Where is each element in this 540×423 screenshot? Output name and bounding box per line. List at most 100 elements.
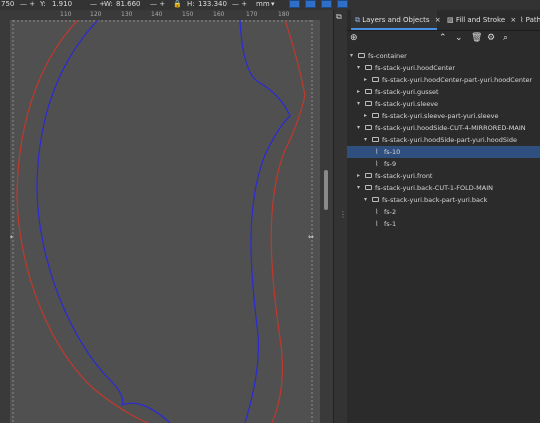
h-field[interactable]: 133.340: [198, 0, 227, 10]
chevron-icon[interactable]: ▸: [364, 110, 367, 122]
y-field[interactable]: 1.910: [52, 0, 72, 10]
tree-row[interactable]: ▸ fs-stack-yuri.sleeve-part-yuri.sleeve: [347, 110, 540, 122]
tree-row[interactable]: ▸ fs-stack-yuri.hoodCenter-part-yuri.hoo…: [347, 74, 540, 86]
folder-icon: [358, 53, 365, 58]
y-stepper[interactable]: — +: [90, 0, 105, 10]
chevron-icon[interactable]: ▸: [364, 74, 367, 86]
path-icon: ⌇: [375, 160, 379, 168]
tree-row[interactable]: ▸ fs-stack-yuri.gusset: [347, 86, 540, 98]
dock-strip: ⧉ ⋮: [333, 10, 348, 423]
tree-row[interactable]: ▸ fs-stack-yuri.front: [347, 170, 540, 182]
y-label: Y:: [40, 0, 46, 8]
tree-row[interactable]: ▾ fs-stack-yuri.hoodSide-CUT-4-MIRRORED-…: [347, 122, 540, 134]
scale-corners-toggle[interactable]: [305, 0, 316, 8]
dock-grip-icon[interactable]: ⋮: [339, 210, 347, 219]
folder-icon: [365, 89, 372, 94]
tab-layers-and-objects[interactable]: ⧉ Layers and Objects ×: [351, 10, 441, 30]
tree-row-label: fs-stack-yuri.hoodCenter-part-yuri.hoodC…: [382, 76, 533, 84]
vertical-scrollbar[interactable]: [320, 20, 333, 423]
tab-label: Layers and Objects: [362, 16, 430, 24]
trash-icon[interactable]: 🗑: [471, 33, 482, 43]
move-gradients-toggle[interactable]: [321, 0, 332, 8]
search-icon[interactable]: ⌕: [503, 33, 508, 43]
tree-row[interactable]: ▾ fs-stack-yuri.hoodSide-part-yuri.hoodS…: [347, 134, 540, 146]
right-handle-arrow[interactable]: ⇔: [308, 233, 314, 241]
unit-select[interactable]: mm: [256, 0, 270, 10]
tree-row[interactable]: ⌇ fs-2: [347, 206, 540, 218]
chevron-icon[interactable]: ▾: [364, 194, 367, 206]
tree-row-label: fs-stack-yuri.hoodCenter: [375, 64, 456, 72]
tree-row[interactable]: ▾ fs-stack-yuri.back-CUT-1-FOLD-MAIN: [347, 182, 540, 194]
dock-menu-icon[interactable]: ⧉: [336, 12, 342, 22]
chevron-down-icon[interactable]: ▾: [271, 0, 275, 10]
tree-row[interactable]: ⌇ fs-1: [347, 218, 540, 230]
tree-row[interactable]: ▾ fs-stack-yuri.sleeve: [347, 98, 540, 110]
gear-icon[interactable]: ⚙: [487, 33, 495, 43]
path-icon: ⌇: [375, 208, 379, 216]
ruler-tick: 140: [151, 11, 163, 18]
tree-row-selected[interactable]: ⌇ fs-10: [347, 146, 540, 158]
x-field[interactable]: 750: [1, 0, 14, 10]
tab-label: Path: [525, 16, 540, 24]
left-handle-arrow[interactable]: ⇔: [10, 233, 13, 241]
chevron-icon[interactable]: ▾: [357, 182, 360, 194]
layers-panel: ⧉ Layers and Objects × ▨ Fill and Stroke…: [347, 10, 540, 423]
ruler-tick: 120: [90, 11, 102, 18]
path-icon: ⌇: [375, 220, 379, 228]
folder-icon: [365, 65, 372, 70]
w-field[interactable]: 81.660: [116, 0, 141, 10]
tree-row-label: fs-stack-yuri.back-part-yuri.back: [382, 196, 488, 204]
tab-path[interactable]: ⌇ Path: [516, 10, 540, 30]
tree-row-label: fs-stack-yuri.hoodSide-part-yuri.hoodSid…: [382, 136, 517, 144]
h-stepper[interactable]: — +: [232, 0, 247, 10]
folder-icon: [365, 173, 372, 178]
chevron-icon[interactable]: ▸: [357, 170, 360, 182]
tree-row-label: fs-stack-yuri.sleeve: [375, 100, 439, 108]
w-label: W:: [104, 0, 113, 8]
chevron-icon[interactable]: ▾: [364, 134, 367, 146]
tree-row[interactable]: ▾ fs-container: [347, 50, 540, 62]
tree-row-label: fs-stack-yuri.gusset: [375, 88, 439, 96]
tree-row[interactable]: ▾ fs-stack-yuri.hoodCenter: [347, 62, 540, 74]
tree-row-label: fs-stack-yuri.front: [375, 172, 433, 180]
folder-icon: [372, 137, 379, 142]
ruler-tick: 110: [60, 11, 72, 18]
move-patterns-toggle[interactable]: [337, 0, 348, 8]
tree-row-label: fs-10: [384, 148, 401, 156]
path-icon: ⌇: [375, 148, 379, 156]
lock-icon[interactable]: 🔒: [173, 0, 182, 10]
tree-row-label: fs-container: [368, 52, 407, 60]
chevron-icon[interactable]: ▸: [357, 86, 360, 98]
tab-fill-and-stroke[interactable]: ▨ Fill and Stroke ×: [443, 10, 516, 30]
w-stepper[interactable]: — +: [150, 0, 165, 10]
h-label: H:: [187, 0, 195, 8]
move-down-icon[interactable]: ⌄: [455, 33, 463, 43]
canvas-drawing: ⇔ ⇔: [10, 20, 314, 423]
close-icon[interactable]: ×: [435, 16, 441, 24]
tree-row[interactable]: ⌇ fs-9: [347, 158, 540, 170]
chevron-icon[interactable]: ▾: [357, 98, 360, 110]
x-stepper[interactable]: — +: [20, 0, 35, 10]
vertical-ruler: [0, 20, 10, 423]
ruler-tick: 170: [246, 11, 258, 18]
outer-path: [16, 20, 306, 423]
tree-row-label: fs-stack-yuri.sleeve-part-yuri.sleeve: [382, 112, 499, 120]
ruler-tick: 130: [121, 11, 133, 18]
move-up-icon[interactable]: ⌃: [439, 33, 447, 43]
chevron-icon[interactable]: ▾: [357, 122, 360, 134]
add-layer-icon[interactable]: ⊕: [350, 33, 358, 43]
chevron-icon[interactable]: ▾: [357, 62, 360, 74]
tab-label: Fill and Stroke: [455, 16, 506, 24]
drawing-canvas[interactable]: ⇔ ⇔: [10, 20, 320, 423]
folder-icon: [365, 185, 372, 190]
chevron-icon[interactable]: ▾: [350, 50, 353, 62]
scrollbar-thumb[interactable]: [324, 170, 328, 210]
tree-row[interactable]: ▾ fs-stack-yuri.back-part-yuri.back: [347, 194, 540, 206]
folder-icon: [372, 113, 379, 118]
tree-row-label: fs-1: [384, 220, 397, 228]
folder-icon: [365, 125, 372, 130]
ruler-tick: 160: [213, 11, 225, 18]
fill-stroke-icon: ▨: [447, 16, 456, 24]
scale-stroke-toggle[interactable]: [289, 0, 300, 8]
tree-row-label: fs-9: [384, 160, 397, 168]
